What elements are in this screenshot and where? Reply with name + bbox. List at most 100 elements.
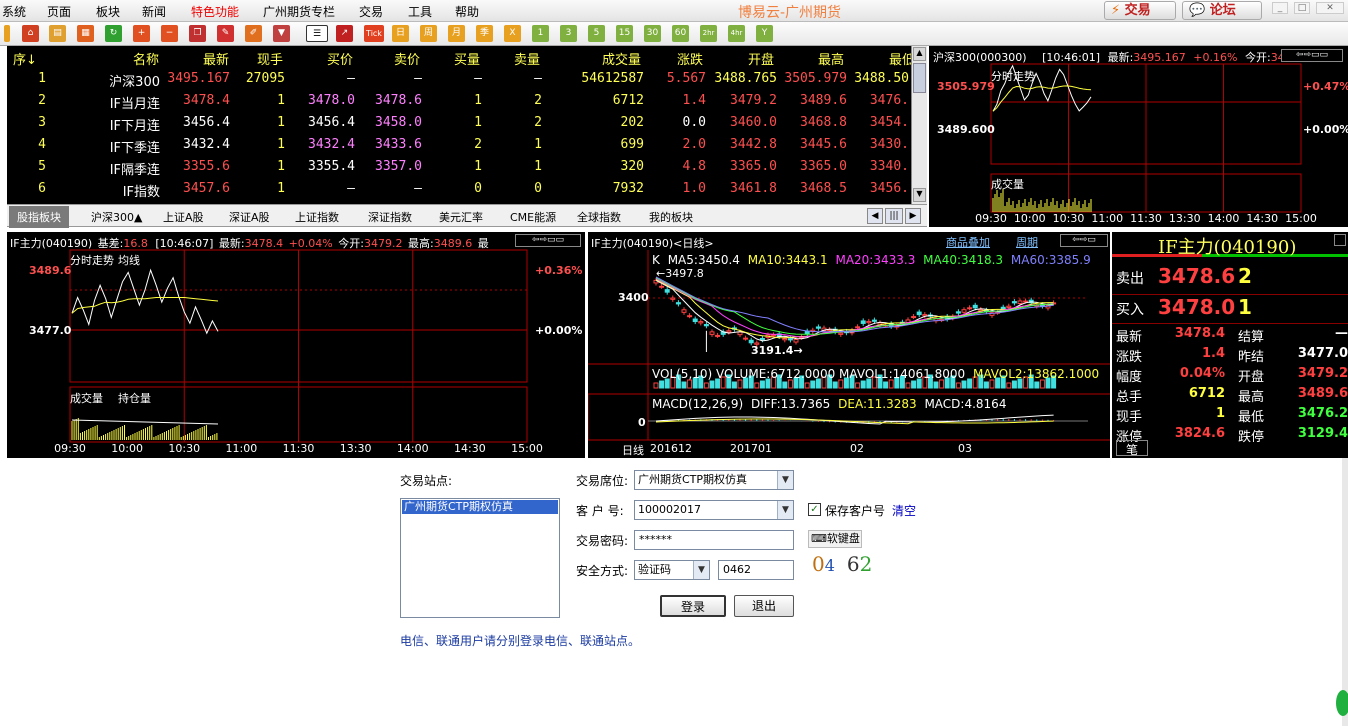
period-2hr-button[interactable]: 2hr: [700, 25, 717, 42]
maximize-button[interactable]: □: [1294, 2, 1310, 14]
col-header-askvol[interactable]: 卖量: [514, 49, 540, 68]
vol-bar: [832, 381, 838, 389]
period-60min-button[interactable]: 60: [672, 25, 689, 42]
station-list[interactable]: 广州期货CTP期权仿真: [400, 498, 560, 618]
book-tab-tick[interactable]: 笔: [1116, 440, 1148, 457]
menu-system[interactable]: 系统: [2, 3, 26, 20]
station-item[interactable]: 广州期货CTP期权仿真: [402, 500, 558, 514]
tab-global-index[interactable]: 全球指数: [577, 209, 621, 225]
tab-index-sector[interactable]: 股指板块: [9, 206, 69, 228]
refresh-icon[interactable]: ↻: [105, 25, 122, 42]
candle-body: [866, 320, 872, 324]
period-15min-button[interactable]: 15: [616, 25, 633, 42]
exit-button[interactable]: 退出: [734, 595, 794, 617]
col-header-volume[interactable]: 成交量: [602, 49, 641, 68]
quote-scrollbar[interactable]: ▲ ▼: [911, 46, 927, 204]
date-201612: 201612: [650, 442, 692, 455]
menu-page[interactable]: 页面: [47, 3, 71, 20]
tab-sh-index[interactable]: 上证指数: [295, 209, 339, 225]
tab-hs300[interactable]: 沪深300▲: [91, 209, 142, 225]
period-week-button[interactable]: 周: [420, 25, 437, 42]
trade-button[interactable]: ⚡ 交易: [1104, 1, 1176, 20]
zoom-in-icon[interactable]: +: [133, 25, 150, 42]
minimize-button[interactable]: _: [1272, 2, 1288, 14]
book-max-icon[interactable]: [1334, 234, 1346, 246]
period-5min-button[interactable]: 5: [588, 25, 605, 42]
login-button[interactable]: 登录: [660, 595, 726, 617]
chevron-down-icon[interactable]: ▼: [777, 501, 793, 519]
col-header-high[interactable]: 最高: [818, 49, 844, 68]
chevron-down-icon[interactable]: ▼: [693, 561, 709, 579]
tab-scroll-right-icon[interactable]: ▶: [905, 208, 921, 224]
period-4hr-button[interactable]: 4hr: [728, 25, 745, 42]
col-header-change[interactable]: 涨跌: [677, 49, 703, 68]
col-header-bid[interactable]: 买价: [327, 49, 353, 68]
tab-scroll-left-icon[interactable]: ◀: [867, 208, 883, 224]
save-account-checkbox[interactable]: ✓: [808, 503, 821, 516]
grid-icon[interactable]: ▦: [77, 25, 94, 42]
home-icon[interactable]: ⌂: [22, 25, 39, 42]
captcha-image[interactable]: 04 62: [812, 552, 886, 578]
clear-link[interactable]: 清空: [892, 502, 916, 519]
forum-button[interactable]: 💬 论坛: [1182, 1, 1262, 20]
captcha-input[interactable]: 0462: [718, 560, 794, 580]
col-header-bidvol[interactable]: 买量: [454, 49, 480, 68]
zoom-out-icon[interactable]: −: [161, 25, 178, 42]
tab-scroll-thumb[interactable]: |||: [885, 208, 903, 224]
period-day-button[interactable]: 日: [392, 25, 409, 42]
period-1min-button[interactable]: 1: [532, 25, 549, 42]
soft-keyboard-button[interactable]: ⌨软键盘: [808, 530, 862, 548]
account-select[interactable]: 100002017 ▼: [634, 500, 794, 520]
table-row[interactable]: 3 IF下月连 3456.4 1 3456.4 3458.0 1 2 202 0.0 3460.0 3…: [7, 112, 909, 134]
period-x-button[interactable]: X: [504, 25, 521, 42]
scroll-down-icon[interactable]: ▼: [913, 188, 926, 202]
col-header-open[interactable]: 开盘: [748, 49, 774, 68]
table-row[interactable]: 5 IF隔季连 3355.6 1 3355.4 3357.0 1 1 320 4.8 3365.0 3…: [7, 156, 909, 178]
period-3min-button[interactable]: 3: [560, 25, 577, 42]
tab-sh-a[interactable]: 上证A股: [163, 209, 204, 225]
col-header-last[interactable]: 最新: [203, 49, 229, 68]
menu-tools[interactable]: 工具: [408, 3, 432, 20]
doc-icon[interactable]: ▤: [49, 25, 66, 42]
book-stat-value: 3477.0: [1297, 346, 1348, 361]
online-status-icon[interactable]: [1336, 690, 1348, 716]
table-row[interactable]: 2 IF当月连 3478.4 1 3478.0 3478.6 1 2 6712 1.4 3479.2…: [7, 90, 909, 112]
cell-vol-now: 1: [277, 115, 285, 130]
period-30min-button[interactable]: 30: [644, 25, 661, 42]
menu-special[interactable]: 特色功能: [191, 3, 239, 20]
list-icon[interactable]: ☰: [306, 25, 328, 42]
table-row[interactable]: 4 IF下季连 3432.4 1 3432.4 3433.6 2 1 699 2.0 3442.8 3…: [7, 134, 909, 156]
tab-sz-index[interactable]: 深证指数: [368, 209, 412, 225]
table-row[interactable]: 1 沪深300 3495.167 27095 — — — — 54612587 5.567 3488…: [7, 68, 909, 90]
security-select[interactable]: 验证码 ▼: [634, 560, 710, 580]
tab-sz-a[interactable]: 深证A股: [229, 209, 270, 225]
pen-icon[interactable]: ✎: [217, 25, 234, 42]
period-year-button[interactable]: Y: [756, 25, 773, 42]
period-month-button[interactable]: 月: [448, 25, 465, 42]
seat-select[interactable]: 广州期货CTP期权仿真 ▼: [634, 470, 794, 490]
scroll-up-icon[interactable]: ▲: [913, 47, 926, 61]
col-header-volnow[interactable]: 现手: [257, 49, 283, 68]
scroll-thumb[interactable]: [913, 63, 926, 93]
col-header-no[interactable]: 序↓: [13, 49, 37, 68]
copy-icon[interactable]: ❐: [189, 25, 206, 42]
menu-gzqh-column[interactable]: 广州期货专栏: [263, 3, 335, 20]
menu-trade[interactable]: 交易: [359, 3, 383, 20]
period-season-button[interactable]: 季: [476, 25, 493, 42]
chevron-down-icon[interactable]: ▼: [777, 471, 793, 489]
table-row[interactable]: 6 IF指数 3457.6 1 — — 0 0 7932 1.0 3461.8 3468.5 3456.: [7, 178, 909, 200]
close-button[interactable]: ✕: [1316, 2, 1344, 14]
menu-help[interactable]: 帮助: [455, 3, 479, 20]
menu-sector[interactable]: 板块: [96, 3, 120, 20]
menu-news[interactable]: 新闻: [142, 3, 166, 20]
tab-cme-energy[interactable]: CME能源: [510, 209, 556, 225]
col-header-ask[interactable]: 卖价: [394, 49, 420, 68]
tab-usd-fx[interactable]: 美元汇率: [439, 209, 483, 225]
filter-icon[interactable]: ▼: [273, 25, 290, 42]
tab-my-sector[interactable]: 我的板块: [649, 209, 693, 225]
col-header-name[interactable]: 名称: [133, 49, 159, 68]
chart-icon[interactable]: ↗: [336, 25, 353, 42]
draw-icon[interactable]: ✐: [245, 25, 262, 42]
password-input[interactable]: ******: [634, 530, 794, 550]
period-tick-button[interactable]: Tick: [364, 25, 384, 42]
